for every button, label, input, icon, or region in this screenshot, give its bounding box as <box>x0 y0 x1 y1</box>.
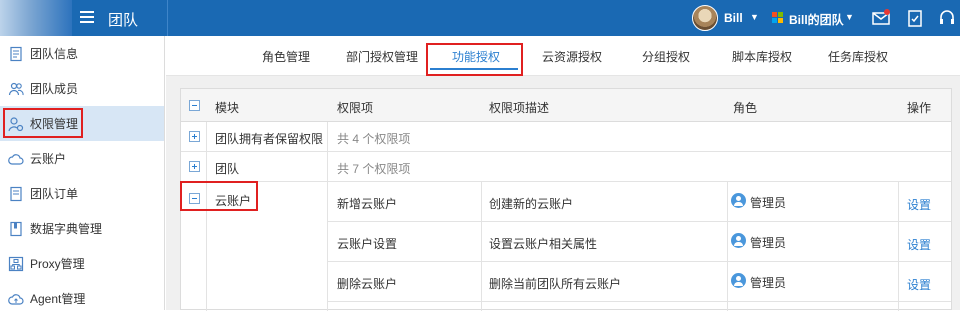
sidebar-item-agent[interactable]: Agent管理 <box>0 281 164 316</box>
headset-icon[interactable] <box>937 8 957 28</box>
tab-department-authorization[interactable]: 部门授权管理 <box>346 48 418 65</box>
highlight-box <box>426 43 523 76</box>
tab-group-authorization[interactable]: 分组授权 <box>642 48 690 65</box>
role-user-icon <box>731 233 746 248</box>
sidebar-item-team-orders[interactable]: 团队订单 <box>0 176 164 211</box>
permission-description: 设置云账户相关属性 <box>489 237 598 251</box>
expand-icon[interactable] <box>189 161 200 172</box>
top-bar: 团队 Bill ▼ Bill的团队 ▼ <box>0 0 960 36</box>
cloud-upload-icon <box>8 293 24 305</box>
table-row: 团队拥有者保留权限 共 4 个权限项 <box>181 122 951 152</box>
sidebar-item-team-info[interactable]: 团队信息 <box>0 36 164 71</box>
permission-count: 共 4 个权限项 <box>337 132 411 146</box>
sidebar-item-label: 团队成员 <box>30 82 79 96</box>
permissions-table: 模块 权限项 权限项描述 角色 操作 团队拥有者保留权限 共 4 个权限项 团队… <box>180 88 952 311</box>
sidebar-item-label: 云账户 <box>30 152 67 166</box>
users-icon <box>8 82 24 95</box>
settings-link[interactable]: 设置 <box>907 236 931 253</box>
cloud-icon <box>8 153 24 165</box>
module-name: 团队 <box>215 162 240 176</box>
sidebar-item-label: Proxy管理 <box>30 257 85 271</box>
settings-link[interactable]: 设置 <box>907 276 931 293</box>
table-row: 新增云账户 创建新的云账户 管理员 设置 <box>327 182 951 222</box>
sidebar-item-label: 团队信息 <box>30 47 79 61</box>
chevron-down-icon[interactable]: ▼ <box>750 12 759 22</box>
avatar[interactable] <box>692 5 718 31</box>
permission-item: 新增云账户 <box>337 197 398 211</box>
permission-description: 删除当前团队所有云账户 <box>489 277 622 291</box>
tab-cloud-resource-authorization[interactable]: 云资源授权 <box>542 48 602 65</box>
column-header-module: 模块 <box>215 101 240 115</box>
microsoft-logo-icon <box>772 12 784 24</box>
sidebar-item-permissions[interactable]: 权限管理 <box>0 106 164 141</box>
highlight-box <box>180 181 258 211</box>
role-user-icon <box>731 193 746 208</box>
role-name: 管理员 <box>750 276 787 290</box>
sidebar-item-label: 团队订单 <box>30 187 79 201</box>
role-user-icon <box>731 273 746 288</box>
document-icon <box>10 46 22 61</box>
document-icon <box>10 186 22 201</box>
module-name: 团队拥有者保留权限 <box>215 132 324 146</box>
clipboard-check-icon[interactable] <box>905 8 925 28</box>
collapse-all-icon[interactable] <box>189 100 200 111</box>
expand-icon[interactable] <box>189 131 200 142</box>
menu-icon[interactable] <box>80 11 94 23</box>
table-row: 团队 共 7 个权限项 <box>181 152 951 182</box>
column-header-role: 角色 <box>733 101 758 115</box>
tab-role-management[interactable]: 角色管理 <box>262 48 310 65</box>
sidebar-item-data-dictionary[interactable]: 数据字典管理 <box>0 211 164 246</box>
team-switcher[interactable]: Bill的团队 <box>789 11 844 28</box>
tab-task-library-authorization[interactable]: 任务库授权 <box>828 48 888 65</box>
table-header: 模块 权限项 权限项描述 角色 操作 <box>181 89 951 122</box>
book-icon <box>10 221 22 236</box>
sidebar-item-cloud-account[interactable]: 云账户 <box>0 141 164 176</box>
column-header-description: 权限项描述 <box>489 101 550 115</box>
sidebar-item-label: 数据字典管理 <box>30 222 103 236</box>
app-logo[interactable] <box>0 0 72 36</box>
sidebar-item-proxy[interactable]: Proxy管理 <box>0 246 164 281</box>
tab-bar: 角色管理 部门授权管理 功能授权 云资源授权 分组授权 脚本库授权 任务库授权 <box>166 36 960 76</box>
settings-link[interactable]: 设置 <box>907 196 931 213</box>
sidebar: 团队信息 团队成员 权限管理 云账户 团队订单 数据字典管理 Proxy管理 A… <box>0 36 165 310</box>
permission-item: 删除云账户 <box>337 277 398 291</box>
highlight-box <box>3 108 83 138</box>
mail-icon[interactable] <box>871 8 891 28</box>
role-name: 管理员 <box>750 196 787 210</box>
role-name: 管理员 <box>750 236 787 250</box>
user-name[interactable]: Bill <box>724 11 743 25</box>
permission-item: 云账户设置 <box>337 237 398 251</box>
permission-count: 共 7 个权限项 <box>337 162 411 176</box>
sidebar-item-team-members[interactable]: 团队成员 <box>0 71 164 106</box>
chevron-down-icon[interactable]: ▼ <box>845 12 854 22</box>
column-header-permission: 权限项 <box>337 101 374 115</box>
page-title: 团队 <box>108 12 139 29</box>
tab-script-library-authorization[interactable]: 脚本库授权 <box>732 48 792 65</box>
network-icon <box>8 256 24 271</box>
table-row: 删除云账户 删除当前团队所有云账户 管理员 设置 <box>327 262 951 302</box>
sidebar-item-label: Agent管理 <box>30 292 86 306</box>
topbar-divider <box>167 0 168 36</box>
column-header-action: 操作 <box>907 101 932 115</box>
table-row: 云账户设置 设置云账户相关属性 管理员 设置 <box>327 222 951 262</box>
permission-description: 创建新的云账户 <box>489 197 574 211</box>
